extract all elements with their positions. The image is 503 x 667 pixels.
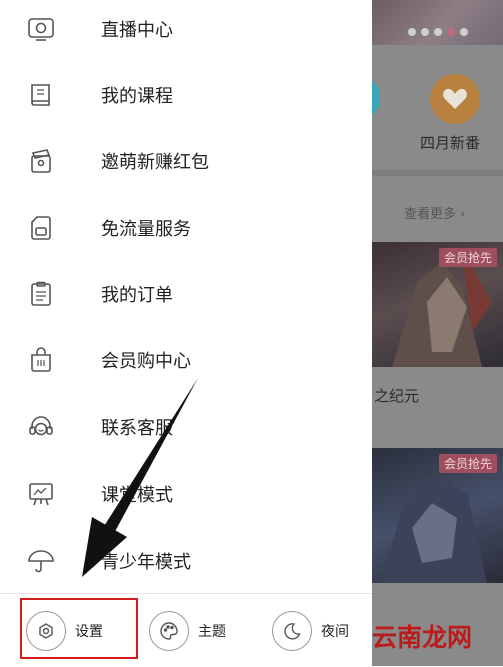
background-app: 四月新番 查看更多 › 会员抢先 之纪元 会员抢先	[372, 0, 503, 666]
sim-card-icon	[26, 213, 56, 243]
banner-image[interactable]	[372, 0, 503, 45]
headset-icon	[26, 412, 56, 442]
palette-icon	[160, 622, 178, 640]
theme-button[interactable]: 主题	[149, 611, 226, 651]
night-mode-button[interactable]: 夜间	[272, 611, 349, 651]
menu-item-my-courses[interactable]: 我的课程	[0, 62, 372, 128]
menu-item-teen-mode[interactable]: 青少年模式	[0, 528, 372, 594]
member-first-badge: 会员抢先	[438, 454, 497, 473]
order-list-icon	[26, 279, 56, 309]
shopping-bag-icon	[26, 345, 56, 375]
see-more-link[interactable]: 查看更多 ›	[404, 203, 465, 222]
card-title: 之纪元	[374, 387, 420, 405]
menu-item-label: 直播中心	[101, 20, 173, 41]
side-drawer: 直播中心 我的课程 邀萌新赚红包 免流量服务 我的订单 会员购中心 联系客服 课…	[0, 0, 372, 667]
section-divider	[372, 170, 503, 176]
chevron-right-icon: ›	[460, 207, 466, 222]
heart-icon	[443, 88, 467, 109]
night-circle	[272, 611, 312, 651]
theme-label: 主题	[198, 624, 226, 640]
menu-item-label: 会员购中心	[101, 351, 191, 372]
see-more-label: 查看更多	[404, 207, 457, 222]
menu-item-label: 我的课程	[101, 86, 173, 107]
menu-item-member-shop[interactable]: 会员购中心	[0, 327, 372, 393]
menu-item-live-center[interactable]: 直播中心	[0, 0, 372, 62]
menu-item-invite-red-packet[interactable]: 邀萌新赚红包	[0, 128, 372, 194]
settings-label: 设置	[75, 624, 103, 640]
menu-item-label: 我的订单	[101, 285, 173, 306]
menu-item-customer-service[interactable]: 联系客服	[0, 394, 372, 460]
watermark-text: 云南龙网	[372, 623, 473, 652]
pager-dot	[434, 28, 442, 36]
umbrella-icon	[26, 546, 56, 576]
banner-pager	[408, 28, 468, 36]
night-label: 夜间	[321, 624, 349, 640]
menu-item-label: 邀萌新赚红包	[101, 152, 209, 173]
menu-item-free-data[interactable]: 免流量服务	[0, 195, 372, 261]
pager-dot-active	[447, 28, 455, 36]
anime-card[interactable]: 会员抢先	[372, 448, 503, 583]
moon-icon	[284, 623, 301, 640]
menu-item-label: 课堂模式	[101, 485, 173, 506]
course-book-icon	[26, 80, 56, 110]
pager-dot	[421, 28, 429, 36]
red-packet-icon	[26, 146, 56, 176]
anime-card[interactable]: 会员抢先	[372, 242, 503, 367]
menu-item-label: 联系客服	[101, 418, 173, 439]
menu-item-label: 免流量服务	[101, 219, 191, 240]
gear-icon	[39, 623, 53, 639]
classroom-board-icon	[26, 479, 56, 509]
settings-circle	[26, 611, 66, 651]
live-tv-icon	[26, 14, 56, 44]
heart-feature-button[interactable]	[430, 74, 480, 124]
pager-dot	[408, 28, 416, 36]
feature-circle-partial[interactable]	[372, 78, 380, 118]
feature-label: 四月新番	[420, 134, 481, 152]
settings-button[interactable]: 设置	[26, 611, 103, 651]
menu-item-label: 青少年模式	[101, 552, 191, 573]
drawer-bottom-bar: 设置 主题 夜间	[0, 593, 372, 667]
theme-circle	[149, 611, 189, 651]
pager-dot	[460, 28, 468, 36]
menu-item-my-orders[interactable]: 我的订单	[0, 261, 372, 327]
menu-item-classroom-mode[interactable]: 课堂模式	[0, 461, 372, 527]
member-first-badge: 会员抢先	[438, 248, 497, 267]
